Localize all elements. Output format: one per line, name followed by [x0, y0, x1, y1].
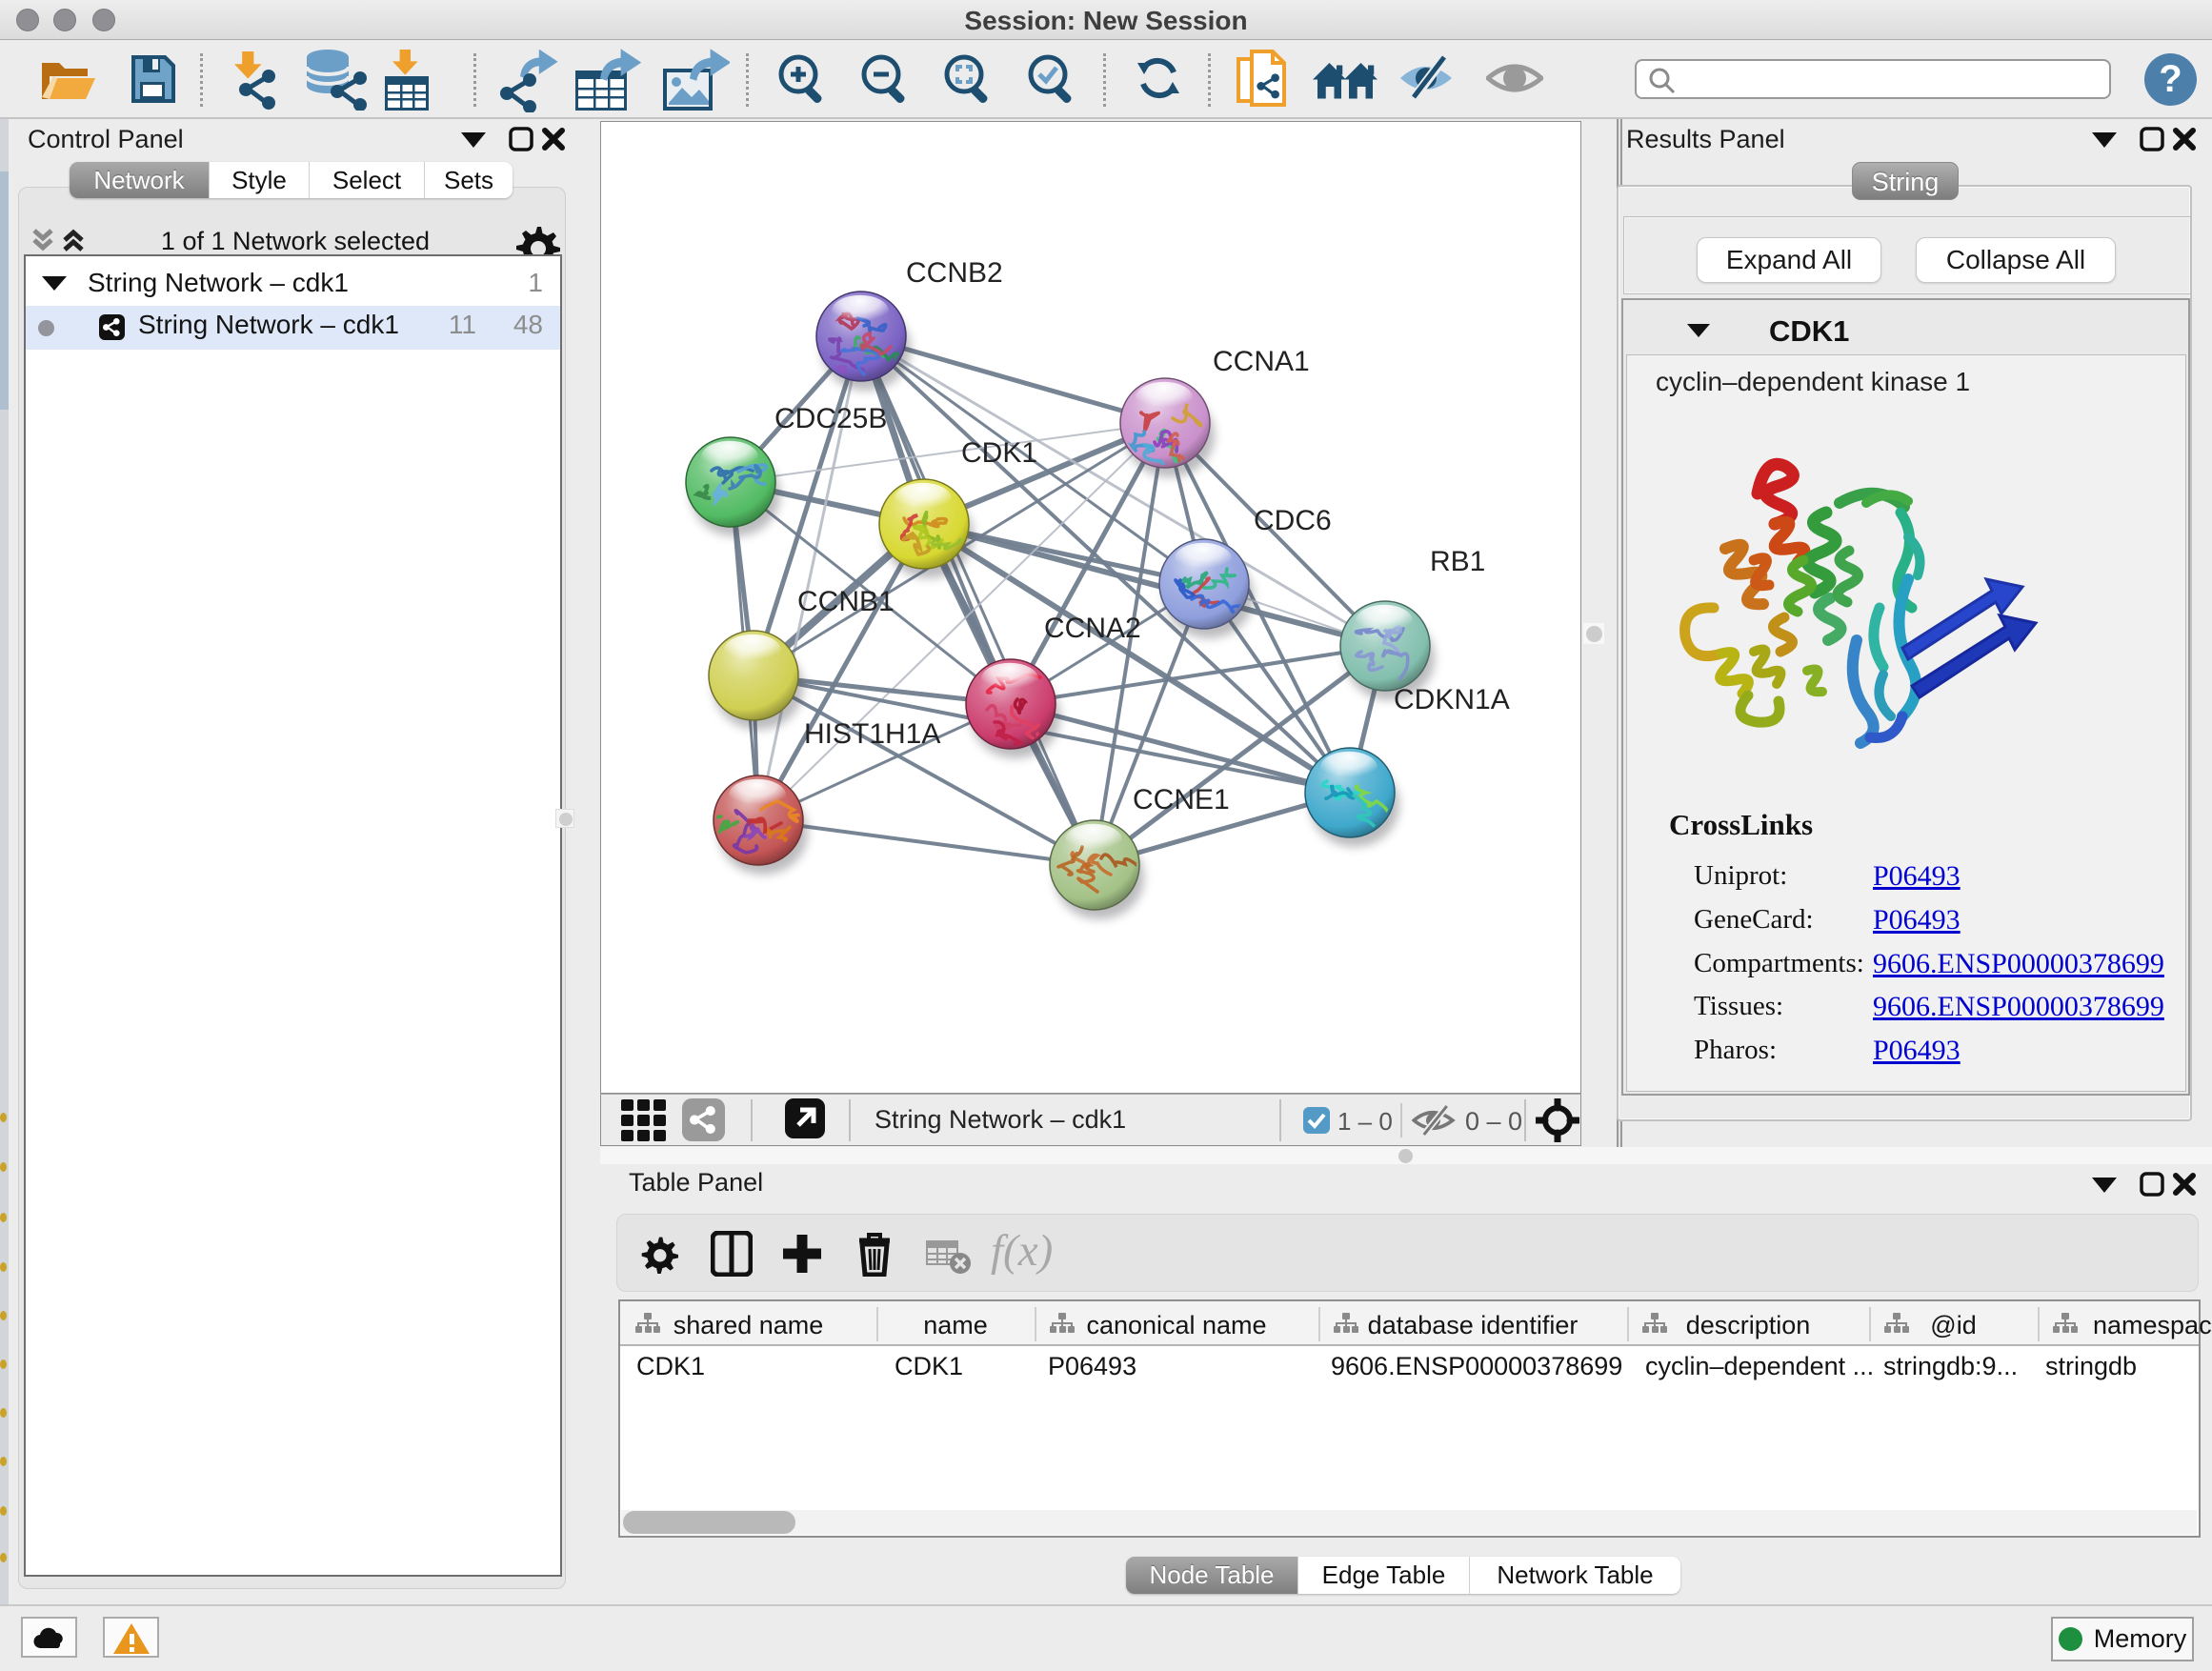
svg-text:CCNA1: CCNA1: [1213, 346, 1310, 377]
svg-text:CDC6: CDC6: [1254, 505, 1332, 536]
svg-text:CDKN1A: CDKN1A: [1394, 684, 1510, 715]
svg-text:HIST1H1A: HIST1H1A: [804, 718, 940, 750]
svg-text:RB1: RB1: [1430, 546, 1485, 577]
svg-text:CCNE1: CCNE1: [1133, 784, 1230, 815]
svg-text:CCNB2: CCNB2: [906, 257, 1003, 289]
svg-text:CDK1: CDK1: [961, 437, 1037, 469]
svg-text:CCNA2: CCNA2: [1044, 613, 1141, 644]
svg-text:CCNB1: CCNB1: [797, 586, 895, 617]
svg-text:CDC25B: CDC25B: [774, 403, 887, 434]
